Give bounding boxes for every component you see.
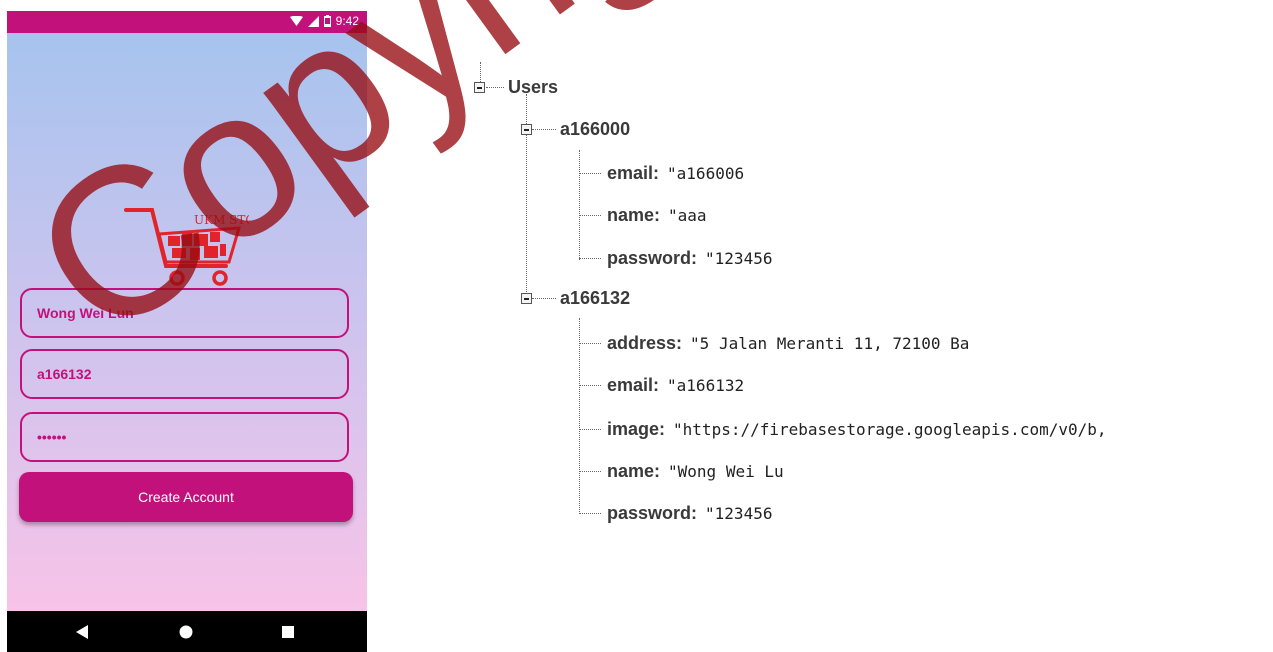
tree-field-name: name: "Wong Wei Lu: [607, 459, 784, 483]
tree-connector: [579, 258, 601, 259]
tree-field-image: image: "https://firebasestorage.googleap…: [607, 417, 1107, 441]
tree-connector: [532, 129, 556, 130]
tree-connector: [579, 385, 601, 386]
field-key: email:: [607, 374, 660, 395]
tree-field-address: address: "5 Jalan Meranti 11, 72100 Ba: [607, 331, 969, 355]
tree-connector: [532, 298, 556, 299]
tree-field-password: password: "123456: [607, 501, 772, 525]
field-value: "https://firebasestorage.googleapis.com/…: [673, 419, 1107, 439]
database-tree: Users a166000 email: "a166006 name: "aaa…: [0, 0, 1273, 652]
field-key: password:: [607, 247, 698, 268]
field-value: "a166006: [667, 163, 745, 183]
field-key: address:: [607, 332, 683, 353]
field-value: "123456: [705, 503, 773, 523]
collapse-users-toggle[interactable]: [474, 82, 485, 93]
field-value: "123456: [705, 248, 773, 268]
tree-connector: [579, 513, 601, 514]
field-value: "a166132: [667, 375, 745, 395]
tree-node-user[interactable]: a166000: [560, 117, 630, 141]
field-value: "aaa: [668, 205, 707, 225]
field-key: name:: [607, 460, 661, 481]
tree-connector: [579, 343, 601, 344]
tree-connector: [579, 429, 601, 430]
tree-connector: [579, 173, 601, 174]
field-key: password:: [607, 502, 698, 523]
tree-field-name: name: "aaa: [607, 203, 707, 227]
tree-field-password: password: "123456: [607, 246, 772, 270]
tree-connector: [579, 471, 601, 472]
tree-connector: [480, 62, 481, 84]
tree-connector: [486, 87, 504, 88]
tree-node-label: a166132: [560, 287, 631, 308]
field-key: name:: [607, 204, 661, 225]
collapse-a166132-toggle[interactable]: [521, 293, 532, 304]
tree-field-email: email: "a166006: [607, 161, 744, 185]
tree-node-users[interactable]: Users: [508, 75, 558, 99]
tree-node-label: Users: [508, 76, 559, 97]
collapse-a166000-toggle[interactable]: [521, 124, 532, 135]
field-value: "Wong Wei Lu: [668, 461, 784, 481]
field-key: email:: [607, 162, 660, 183]
tree-connector: [579, 215, 601, 216]
field-key: image:: [607, 418, 666, 439]
field-value: "5 Jalan Meranti 11, 72100 Ba: [690, 333, 970, 353]
tree-connector: [579, 318, 580, 514]
tree-connector: [579, 150, 580, 260]
tree-node-label: a166000: [560, 118, 631, 139]
tree-field-email: email: "a166132: [607, 373, 744, 397]
tree-node-user[interactable]: a166132: [560, 286, 630, 310]
